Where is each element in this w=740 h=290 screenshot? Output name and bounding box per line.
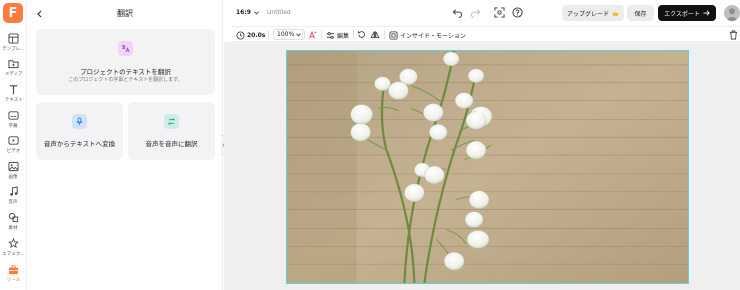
tools-icon	[8, 265, 19, 275]
aspect-ratio-select[interactable]: 16:9	[236, 9, 259, 16]
help-icon[interactable]	[512, 7, 523, 18]
toolbar-divider	[268, 30, 269, 39]
sidebar-item-label: 素材	[8, 225, 18, 231]
sidebar-item-effects[interactable]: エフェク...	[0, 238, 27, 262]
template-icon	[8, 33, 19, 44]
save-button[interactable]: 保存	[627, 5, 654, 21]
card-title: 音声からテキストへ変換	[43, 140, 116, 148]
sidebar-item-label: テキスト	[4, 97, 23, 103]
canvas-toolbar: 20.0s 100% 編集 インサイド・モーション	[232, 26, 740, 42]
logo-letter: F	[8, 5, 18, 21]
toolbar-divider	[384, 30, 385, 39]
left-rail: F テンプレ... メディア テキスト 字幕 ビデオ 画像 音声 素材 エフェク…	[0, 0, 27, 290]
sidebar-item-video[interactable]: ビデオ	[0, 135, 27, 159]
audio-icon	[10, 186, 18, 196]
undo-icon[interactable]	[452, 7, 463, 18]
rotate-icon[interactable]	[357, 30, 366, 39]
export-button[interactable]: エクスポート	[658, 5, 716, 21]
ai-magic-button[interactable]	[308, 29, 318, 41]
sidebar-item-label: ツール	[6, 277, 21, 283]
subtitles-icon	[8, 111, 19, 120]
sidebar-item-label: 音声	[8, 199, 18, 205]
sidebar-item-subtitles[interactable]: 字幕	[0, 110, 27, 134]
adjust-icon	[326, 31, 335, 39]
screen-capture-icon[interactable]	[494, 7, 505, 18]
project-name[interactable]: Untitled	[267, 9, 291, 16]
chevron-down-icon	[254, 10, 259, 14]
sidebar-item-media[interactable]: メディア	[0, 58, 27, 82]
sidebar-item-text[interactable]: テキスト	[0, 84, 27, 108]
animation-label: インサイド・モーション	[400, 32, 466, 40]
chevron-down-icon	[296, 32, 302, 36]
animation-button[interactable]: インサイド・モーション	[389, 29, 466, 41]
sidebar-item-label: メディア	[4, 71, 23, 77]
media-icon	[8, 60, 19, 69]
canvas-stage	[224, 42, 740, 290]
flip-icon[interactable]	[370, 30, 380, 39]
translate-icon	[118, 41, 133, 56]
sidebar-item-images[interactable]: 画像	[0, 161, 27, 185]
photo-artwork	[287, 51, 688, 283]
edit-label: 編集	[337, 32, 350, 40]
card-title: 音声を音声に翻訳	[145, 140, 198, 148]
export-label: エクスポート	[664, 10, 700, 18]
card-subtitle: このプロジェクトの字幕とテキストを翻訳します。	[68, 77, 183, 83]
duration-control[interactable]: 20.0s	[236, 29, 265, 41]
sidebar-item-label: エフェク...	[2, 251, 25, 257]
speech-to-text-card[interactable]: 音声からテキストへ変換	[36, 102, 123, 160]
crown-icon	[612, 10, 619, 16]
zoom-select[interactable]: 100%	[273, 29, 306, 40]
upgrade-label: アップグレード	[566, 10, 609, 18]
avatar[interactable]	[724, 5, 740, 21]
text-icon	[9, 85, 18, 95]
ai-magic-icon	[309, 30, 317, 39]
trash-icon[interactable]	[729, 30, 738, 40]
toolbar-divider	[321, 30, 322, 39]
image-icon	[8, 161, 19, 172]
sidebar-item-audio[interactable]: 音声	[0, 186, 27, 210]
effects-icon	[8, 238, 19, 249]
upgrade-button[interactable]: アップグレード	[562, 5, 624, 21]
top-bar: 16:9 Untitled アップグレード 保存 エクスポート	[224, 0, 740, 26]
panel-title: 翻訳	[117, 9, 133, 18]
toolbar-divider	[353, 30, 354, 39]
edit-button[interactable]: 編集	[326, 29, 349, 41]
sidebar-item-elements[interactable]: 素材	[0, 212, 27, 236]
toolbar-divider	[302, 30, 303, 39]
sidebar-item-tools[interactable]: ツール	[0, 264, 27, 288]
app-logo[interactable]: F	[3, 3, 23, 23]
sidebar-item-templates[interactable]: テンプレ...	[0, 33, 27, 57]
sidebar-item-label: 字幕	[8, 123, 18, 129]
sidebar-item-label: 画像	[8, 174, 18, 180]
card-title: プロジェクトのテキストを翻訳	[80, 68, 171, 76]
canvas-photo-lily-of-the-valley[interactable]	[286, 50, 689, 284]
sidebar-item-label: テンプレ...	[2, 46, 25, 52]
sidebar-item-label: ビデオ	[6, 148, 21, 154]
translate-project-text-card[interactable]: プロジェクトのテキストを翻訳 このプロジェクトの字幕とテキストを翻訳します。	[36, 29, 215, 95]
speech-to-speech-icon	[164, 114, 179, 129]
aspect-ratio-value: 16:9	[236, 9, 251, 16]
animation-icon	[389, 30, 398, 40]
elements-icon	[8, 212, 19, 223]
translate-panel: 翻訳 プロジェクトのテキストを翻訳 このプロジェクトの字幕とテキストを翻訳します…	[27, 0, 223, 290]
speech-to-speech-card[interactable]: 音声を音声に翻訳	[128, 102, 215, 160]
clock-icon	[236, 30, 245, 40]
redo-icon[interactable]	[470, 7, 481, 18]
zoom-value: 100%	[277, 31, 295, 38]
duration-value: 20.0s	[247, 31, 266, 39]
speech-to-text-icon	[72, 114, 87, 129]
arrow-right-icon	[703, 10, 710, 16]
video-icon	[8, 136, 19, 145]
user-avatar-icon	[724, 5, 740, 21]
